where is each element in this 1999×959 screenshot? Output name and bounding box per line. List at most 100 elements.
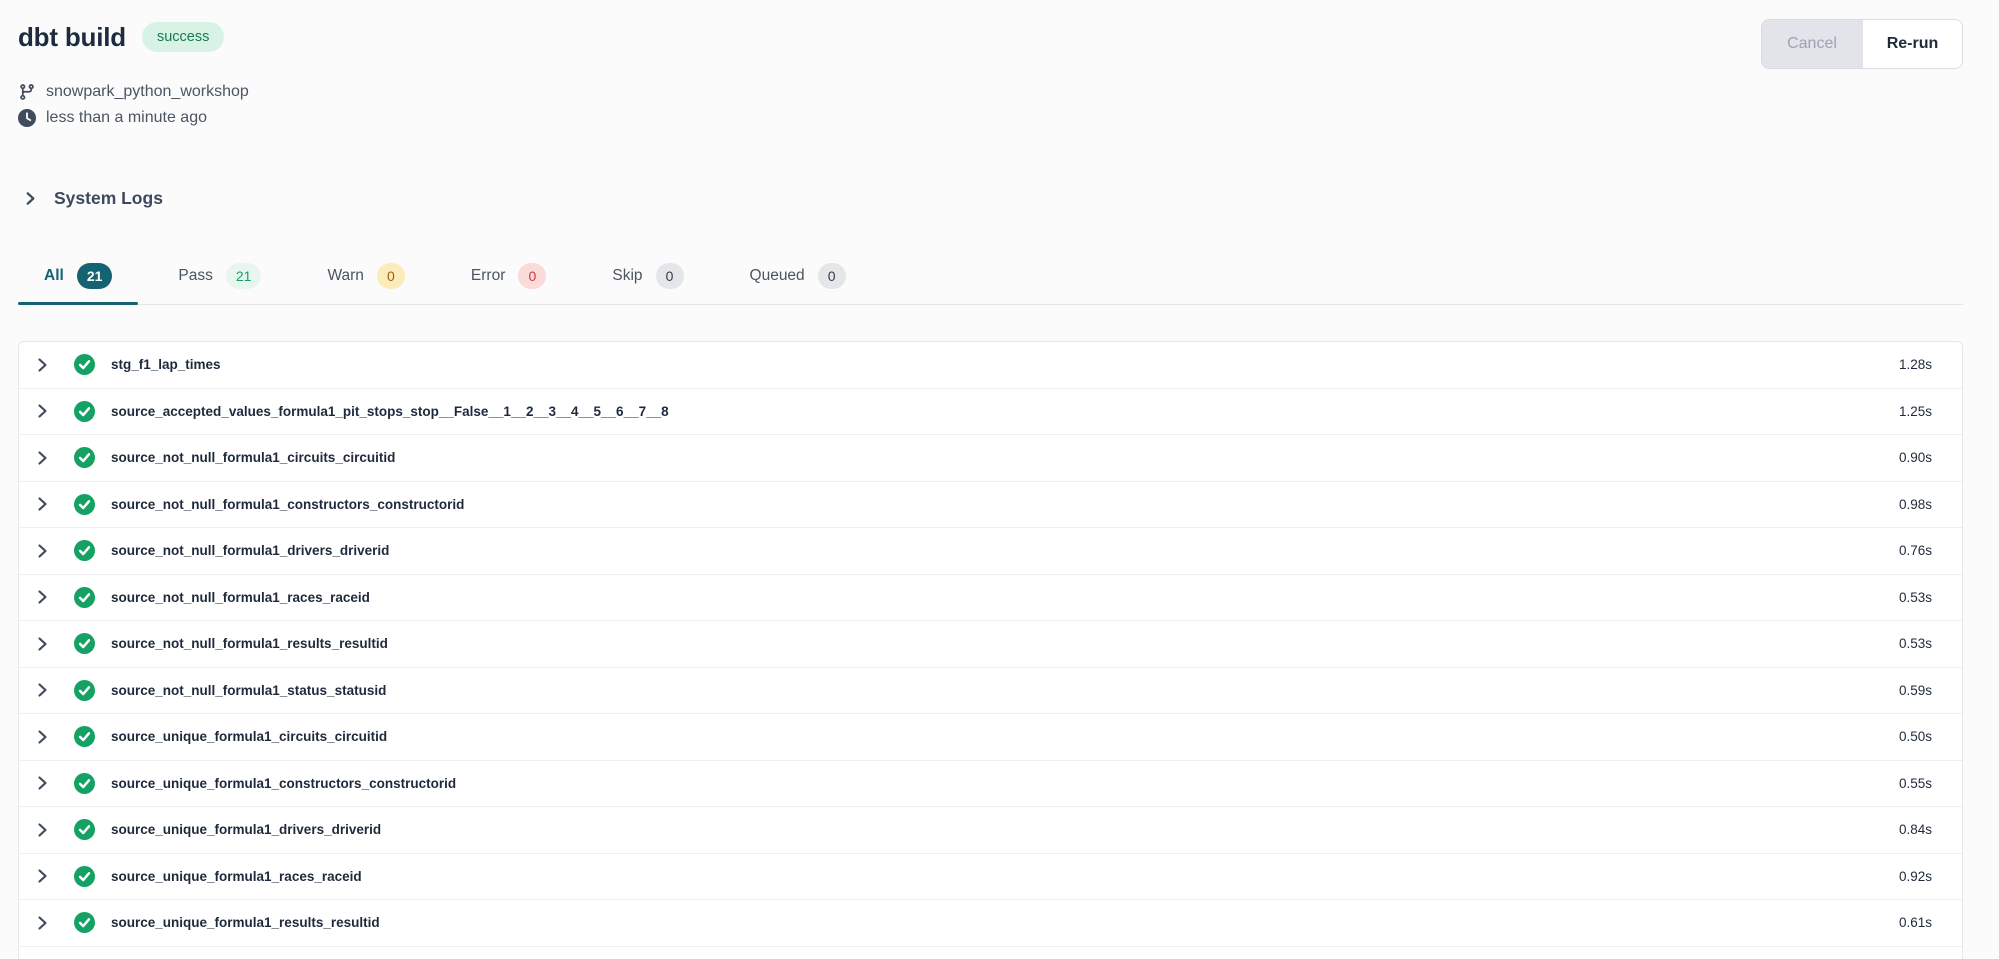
tab-count-badge: 0 — [656, 263, 684, 289]
cancel-button[interactable]: Cancel — [1762, 20, 1862, 68]
result-duration: 1.25s — [1899, 404, 1932, 419]
branch-name: snowpark_python_workshop — [46, 83, 249, 101]
result-duration: 0.55s — [1899, 776, 1932, 791]
run-meta: snowpark_python_workshop less than a min… — [18, 79, 1963, 131]
result-duration: 0.90s — [1899, 450, 1932, 465]
expand-chevron-icon[interactable] — [34, 682, 50, 698]
table-row[interactable]: source_unique_formula1_races_raceid 0.92… — [19, 854, 1962, 901]
table-row[interactable]: source_not_null_formula1_drivers_driveri… — [19, 528, 1962, 575]
check-circle-icon — [74, 633, 95, 654]
tab-count-badge: 0 — [818, 263, 846, 289]
table-row[interactable]: source_unique_formula1_drivers_driverid … — [19, 807, 1962, 854]
tab-label: Pass — [178, 267, 212, 285]
table-row[interactable]: source_accepted_values_formula1_pit_stop… — [19, 389, 1962, 436]
result-duration: 0.76s — [1899, 543, 1932, 558]
expand-chevron-icon[interactable] — [34, 775, 50, 791]
expand-chevron-icon[interactable] — [34, 822, 50, 838]
table-row[interactable]: source_not_null_formula1_status_statusid… — [19, 668, 1962, 715]
result-duration: 0.50s — [1899, 729, 1932, 744]
results-list: stg_f1_lap_times 1.28s source_accepted_v… — [18, 341, 1963, 959]
check-circle-icon — [74, 447, 95, 468]
time-row: less than a minute ago — [18, 105, 1963, 131]
table-row[interactable]: source_unique_formula1_constructors_cons… — [19, 761, 1962, 808]
tab-label: Warn — [327, 267, 363, 285]
run-detail-page: dbt build success Cancel Re-run snowpark… — [0, 0, 1999, 959]
tab-label: Error — [471, 267, 505, 285]
result-name: source_not_null_formula1_status_statusid — [111, 683, 1899, 698]
expand-chevron-icon[interactable] — [34, 868, 50, 884]
result-duration: 0.98s — [1899, 497, 1932, 512]
tab-count-badge: 0 — [518, 263, 546, 289]
tab-count-badge: 21 — [226, 263, 262, 289]
table-row[interactable]: source_unique_formula1_results_resultid … — [19, 900, 1962, 947]
tab-count-badge: 0 — [377, 263, 405, 289]
result-name: source_not_null_formula1_circuits_circui… — [111, 450, 1899, 465]
table-row[interactable]: source_not_null_formula1_constructors_co… — [19, 482, 1962, 529]
system-logs-toggle[interactable]: System Logs — [18, 185, 1963, 211]
table-row[interactable]: source_unique_formula1_circuits_circuiti… — [19, 714, 1962, 761]
check-circle-icon — [74, 773, 95, 794]
check-circle-icon — [74, 587, 95, 608]
result-name: source_unique_formula1_races_raceid — [111, 869, 1899, 884]
time-ago: less than a minute ago — [46, 109, 207, 127]
expand-chevron-icon[interactable] — [34, 496, 50, 512]
table-row[interactable]: source_not_null_formula1_circuits_circui… — [19, 435, 1962, 482]
check-circle-icon — [74, 354, 95, 375]
result-duration: 0.84s — [1899, 822, 1932, 837]
system-logs-label: System Logs — [54, 188, 163, 209]
result-duration: 0.92s — [1899, 869, 1932, 884]
header: dbt build success Cancel Re-run — [18, 16, 1963, 69]
status-tabbar: All 21 Pass 21 Warn 0 Error 0 Skip 0 Que… — [18, 253, 1963, 305]
check-circle-icon — [74, 726, 95, 747]
expand-chevron-icon[interactable] — [34, 729, 50, 745]
check-circle-icon — [74, 866, 95, 887]
title-wrap: dbt build success — [18, 16, 224, 58]
status-tab[interactable]: Pass 21 — [152, 253, 287, 304]
result-name: source_unique_formula1_drivers_driverid — [111, 822, 1899, 837]
result-duration: 0.53s — [1899, 590, 1932, 605]
status-tab[interactable]: Warn 0 — [301, 253, 430, 304]
expand-chevron-icon[interactable] — [34, 589, 50, 605]
status-tab[interactable]: Skip 0 — [586, 253, 709, 304]
table-row[interactable]: stg_f1_lap_times 1.28s — [19, 342, 1962, 389]
result-name: source_not_null_formula1_races_raceid — [111, 590, 1899, 605]
git-branch-icon — [18, 83, 36, 101]
run-actions: Cancel Re-run — [1761, 19, 1963, 69]
result-name: source_accepted_values_formula1_pit_stop… — [111, 404, 1899, 419]
table-row[interactable]: source_unique_formula1_status_statusid 0… — [19, 947, 1962, 959]
check-circle-icon — [74, 401, 95, 422]
branch-row: snowpark_python_workshop — [18, 79, 1963, 105]
table-row[interactable]: source_not_null_formula1_races_raceid 0.… — [19, 575, 1962, 622]
result-name: source_not_null_formula1_drivers_driveri… — [111, 543, 1899, 558]
table-row[interactable]: source_not_null_formula1_results_resulti… — [19, 621, 1962, 668]
expand-chevron-icon[interactable] — [34, 357, 50, 373]
result-duration: 0.59s — [1899, 683, 1932, 698]
rerun-button[interactable]: Re-run — [1862, 20, 1962, 68]
check-circle-icon — [74, 494, 95, 515]
expand-chevron-icon[interactable] — [34, 915, 50, 931]
expand-chevron-icon[interactable] — [34, 450, 50, 466]
tab-count-badge: 21 — [77, 263, 113, 289]
result-duration: 0.53s — [1899, 636, 1932, 651]
tab-label: Queued — [750, 267, 805, 285]
result-name: source_unique_formula1_constructors_cons… — [111, 776, 1899, 791]
clock-icon — [18, 109, 36, 127]
result-duration: 1.28s — [1899, 357, 1932, 372]
status-badge: success — [142, 22, 224, 52]
check-circle-icon — [74, 912, 95, 933]
status-tab[interactable]: Error 0 — [445, 253, 572, 304]
check-circle-icon — [74, 540, 95, 561]
status-tab[interactable]: All 21 — [18, 253, 138, 304]
expand-chevron-icon[interactable] — [34, 636, 50, 652]
result-name: stg_f1_lap_times — [111, 357, 1899, 372]
status-tab[interactable]: Queued 0 — [724, 253, 872, 304]
check-circle-icon — [74, 819, 95, 840]
result-name: source_not_null_formula1_constructors_co… — [111, 497, 1899, 512]
result-name: source_unique_formula1_circuits_circuiti… — [111, 729, 1899, 744]
result-name: source_not_null_formula1_results_resulti… — [111, 636, 1899, 651]
expand-chevron-icon[interactable] — [34, 403, 50, 419]
result-name: source_unique_formula1_results_resultid — [111, 915, 1899, 930]
page-title: dbt build — [18, 22, 126, 53]
tab-label: All — [44, 267, 64, 285]
expand-chevron-icon[interactable] — [34, 543, 50, 559]
